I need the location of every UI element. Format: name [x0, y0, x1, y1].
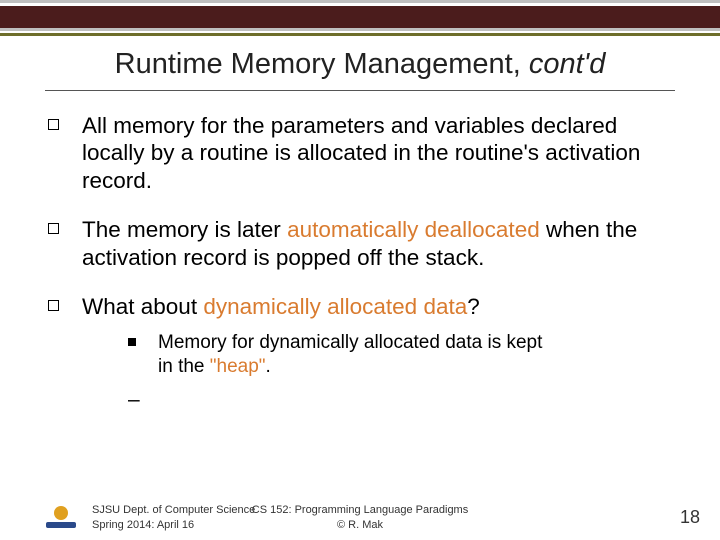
logo-sun-icon: [54, 506, 68, 520]
square-bullet-icon: [48, 300, 59, 311]
bar-maroon: [0, 6, 720, 28]
header-bars: [0, 0, 720, 36]
slide: Runtime Memory Management, cont'd All me…: [0, 0, 720, 540]
logo-band-icon: [46, 522, 76, 528]
sjsu-logo: [44, 506, 78, 534]
text-fragment: The memory is later: [82, 217, 287, 242]
text-highlight: dynamically allocated data: [203, 294, 467, 319]
footer-course: CS 152: Programming Language Paradigms: [252, 503, 468, 517]
slide-title: Runtime Memory Management, cont'd: [0, 48, 720, 81]
sub-bullet-item: Memory for dynamically allocated data is…: [128, 331, 672, 380]
bullet-item: The memory is later automatically deallo…: [48, 216, 672, 271]
content: All memory for the parameters and variab…: [48, 112, 672, 420]
text-fragment: What about: [82, 294, 203, 319]
text-highlight: "heap": [210, 356, 266, 377]
sub-bullet-item: –: [128, 385, 672, 414]
text-fragment: All memory for the parameters and variab…: [82, 113, 640, 193]
filled-square-bullet-icon: [128, 338, 136, 346]
footer-left: SJSU Dept. of Computer Science Spring 20…: [92, 503, 255, 532]
page-number: 18: [680, 507, 700, 528]
bar-olive: [0, 33, 720, 36]
title-main: Runtime Memory Management,: [115, 48, 529, 80]
bar-light-top: [0, 0, 720, 3]
square-bullet-icon: [48, 119, 59, 130]
text-highlight: automatically deallocated: [287, 217, 540, 242]
bullet-text: All memory for the parameters and variab…: [82, 112, 672, 194]
square-bullet-icon: [48, 223, 59, 234]
footer-dept: SJSU Dept. of Computer Science: [92, 503, 255, 517]
text-fragment: ?: [467, 294, 480, 319]
title-italic: cont'd: [529, 48, 605, 80]
bullet-item: All memory for the parameters and variab…: [48, 112, 672, 194]
sub-bullets: Memory for dynamically allocated data is…: [128, 331, 672, 415]
dash-bullet-icon: –: [128, 387, 140, 414]
footer-center: CS 152: Programming Language Paradigms ©…: [252, 503, 468, 532]
footer-date: Spring 2014: April 16: [92, 518, 255, 532]
text-fragment: .: [266, 356, 271, 377]
bullet-item: What about dynamically allocated data?: [48, 293, 672, 320]
sub-bullet-text: Memory for dynamically allocated data is…: [158, 331, 558, 380]
bullet-text: The memory is later automatically deallo…: [82, 216, 672, 271]
bar-light-mid: [0, 28, 720, 31]
bullet-text: What about dynamically allocated data?: [82, 293, 672, 320]
title-rule: [45, 90, 675, 91]
footer-copyright: © R. Mak: [252, 518, 468, 532]
